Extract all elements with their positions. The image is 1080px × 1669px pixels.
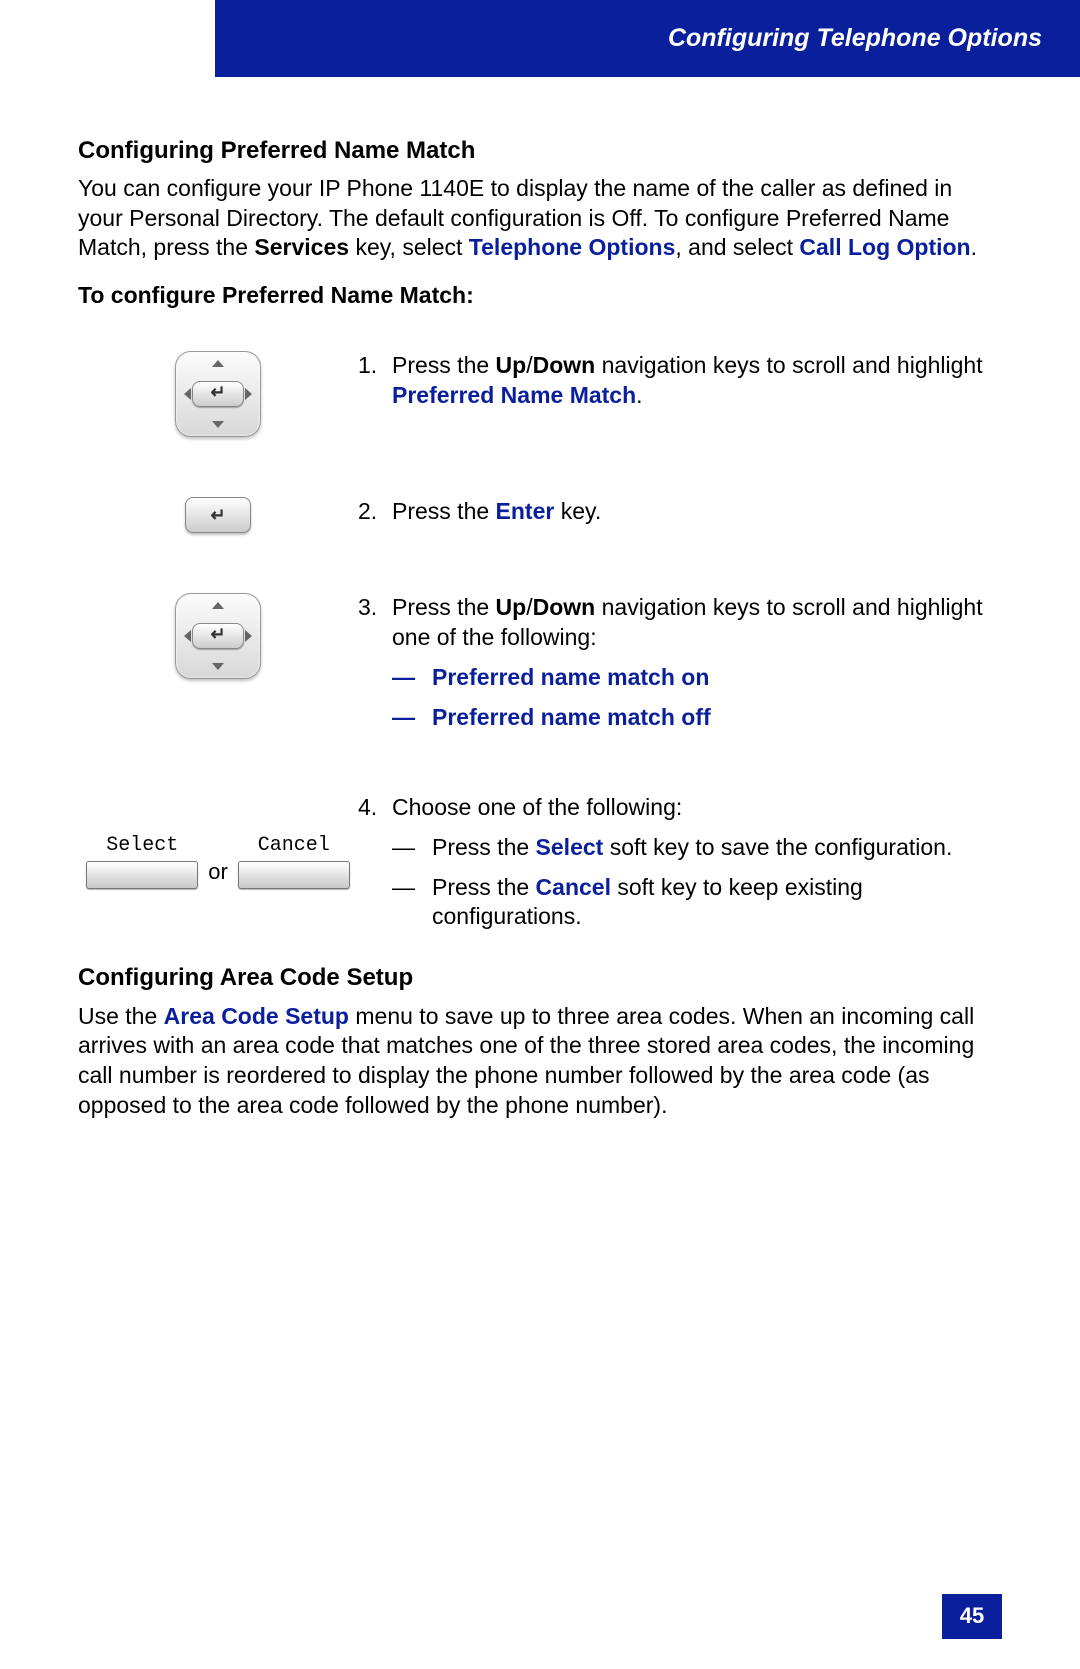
page-number: 45 [942,1594,1002,1639]
nav-key-icon: ↵ [175,593,261,679]
select-softkey-button [86,861,198,889]
step-3: ↵ 3. Press the Up/Down navigation keys t… [78,593,1002,733]
section2-paragraph: Use the Area Code Setup menu to save up … [78,1002,1002,1122]
or-text: or [208,858,228,889]
sub-heading: To configure Preferred Name Match: [78,281,1002,311]
section-heading-2: Configuring Area Code Setup [78,962,1002,993]
step-2: ↵ 2. Press the Enter key. [78,497,1002,533]
enter-key-icon: ↵ [185,497,251,533]
step-4: Select or Cancel 4. Choose one of the fo… [78,793,1002,933]
step-number: 2. [358,497,392,527]
page-header: Configuring Telephone Options [215,0,1080,77]
cancel-softkey-button [238,861,350,889]
step-text: Press the Up/Down navigation keys to scr… [392,593,1002,733]
step-number: 1. [358,351,392,411]
select-softkey-label: Select [106,833,178,859]
step-1: ↵ 1. Press the Up/Down navigation keys t… [78,351,1002,437]
header-title: Configuring Telephone Options [668,24,1042,52]
step-text: Choose one of the following: — Press the… [392,793,1002,933]
intro-paragraph: You can configure your IP Phone 1140E to… [78,174,1002,264]
step-text: Press the Up/Down navigation keys to scr… [392,351,1002,411]
nav-key-icon: ↵ [175,351,261,437]
section-heading: Configuring Preferred Name Match [78,135,1002,166]
step-number: 4. [358,793,392,933]
cancel-softkey-label: Cancel [258,833,330,859]
step-text: Press the Enter key. [392,497,1002,527]
softkeys-icon: Select or Cancel [86,833,350,889]
step-number: 3. [358,593,392,733]
